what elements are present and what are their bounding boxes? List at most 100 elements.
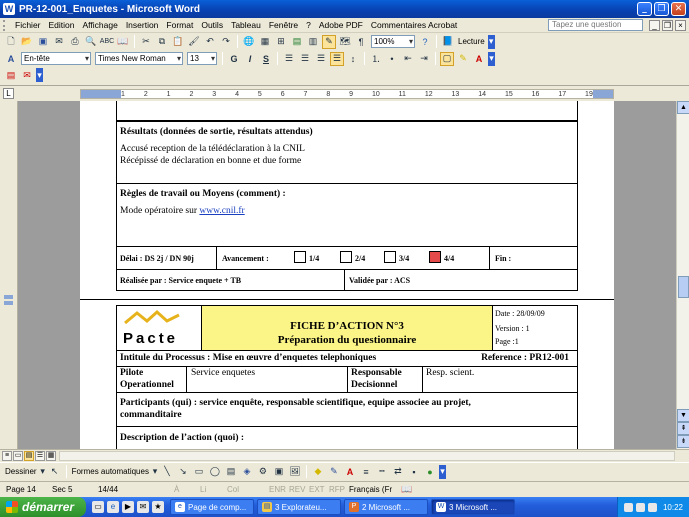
line-icon[interactable]: ╲ [160, 465, 174, 479]
show-hide-icon[interactable]: ¶ [354, 35, 368, 49]
previous-page-button[interactable]: ⇞ [677, 422, 689, 435]
normal-view-icon[interactable]: ≡ [2, 450, 12, 461]
menu-insertion[interactable]: Insertion [122, 20, 163, 30]
description-row[interactable]: Description de l’action (quoi) : [116, 426, 578, 449]
outlook-icon[interactable]: ✉ [137, 501, 149, 513]
page-14[interactable]: Résultats (données de sortie, résultats … [80, 101, 614, 299]
align-center-icon[interactable]: ☰ [298, 52, 312, 66]
spelling-status-icon[interactable]: 📖 [401, 484, 412, 495]
arrow-style-icon[interactable]: ⇄ [391, 465, 405, 479]
results-cell[interactable] [116, 101, 578, 121]
decrease-indent-icon[interactable]: ⇤ [401, 52, 415, 66]
paste-icon[interactable]: 📋 [171, 35, 185, 49]
menu-grip[interactable] [3, 19, 8, 31]
redo-icon[interactable]: ↷ [219, 35, 233, 49]
research-icon[interactable]: 📖 [116, 35, 130, 49]
fiche-title-cell[interactable]: FICHE D’ACTION N°3 Préparation du questi… [201, 305, 493, 351]
cnil-link[interactable]: www.cnil.fr [199, 206, 244, 216]
toolbar-options-icon[interactable]: ▾ [438, 464, 446, 479]
menu-commentaires-acrobat[interactable]: Commentaires Acrobat [367, 20, 461, 30]
line-style-icon[interactable]: ≡ [359, 465, 373, 479]
italic-button[interactable]: I [243, 52, 257, 66]
scroll-thumb[interactable] [678, 276, 689, 298]
web-view-icon[interactable]: ▭ [13, 450, 23, 461]
toolbar-options-icon[interactable]: ▾ [488, 51, 495, 66]
doc-minimize-button[interactable]: _ [649, 19, 660, 31]
zoom-select[interactable]: 100% [371, 35, 415, 48]
menu-fichier[interactable]: Fichier [11, 20, 45, 30]
format-painter-icon[interactable]: 🖌 [187, 35, 201, 49]
show-desktop-icon[interactable]: ▭ [92, 501, 104, 513]
increase-indent-icon[interactable]: ⇥ [417, 52, 431, 66]
rules-cell[interactable]: Règles de travail ou Moyens (comment) : … [116, 183, 578, 247]
font-size-select[interactable]: 13 [187, 52, 217, 65]
spelling-icon[interactable]: ABC [100, 35, 114, 49]
undo-icon[interactable]: ↶ [203, 35, 217, 49]
print-layout-view-icon[interactable]: ▤ [24, 450, 34, 461]
ask-question-input[interactable]: Tapez une question [548, 19, 643, 31]
menu-fenetre[interactable]: Fenêtre [265, 20, 302, 30]
align-left-icon[interactable]: ☰ [282, 52, 296, 66]
menu-help[interactable]: ? [302, 20, 315, 30]
arrow-icon[interactable]: ↘ [176, 465, 190, 479]
font-color-icon[interactable]: A [472, 52, 486, 66]
oval-icon[interactable]: ◯ [208, 465, 222, 479]
email-pdf-icon[interactable]: ✉ [20, 68, 34, 82]
read-mode-icon[interactable]: 📘 [441, 35, 455, 49]
menu-format[interactable]: Format [162, 20, 197, 30]
columns-icon[interactable]: ▥ [306, 35, 320, 49]
picture-icon[interactable]: 🖼 [288, 465, 302, 479]
rectangle-icon[interactable]: ▭ [192, 465, 206, 479]
status-rec[interactable]: ENR [269, 485, 289, 494]
print-icon[interactable]: ⎙ [68, 35, 82, 49]
bold-button[interactable]: G [227, 52, 241, 66]
maximize-button[interactable]: ❐ [654, 2, 669, 16]
hyperlink-icon[interactable]: 🌐 [242, 35, 256, 49]
line-color-icon[interactable]: ✎ [327, 465, 341, 479]
browser-icon[interactable]: e [107, 501, 119, 513]
tab-selector[interactable]: L [3, 88, 14, 99]
progress-checkbox-2[interactable] [340, 251, 352, 263]
document-map-icon[interactable]: 🗺 [338, 35, 352, 49]
menu-tableau[interactable]: Tableau [227, 20, 265, 30]
start-button[interactable]: démarrer [0, 497, 86, 517]
select-objects-icon[interactable]: ↖ [48, 465, 62, 479]
minimize-button[interactable]: _ [637, 2, 652, 16]
security-icon[interactable] [647, 502, 657, 512]
menu-affichage[interactable]: Affichage [79, 20, 122, 30]
diagram-icon[interactable]: ⚙ [256, 465, 270, 479]
fill-color-icon[interactable]: ◆ [311, 465, 325, 479]
read-mode-button[interactable]: Lecture [456, 37, 487, 46]
app-icon[interactable]: ★ [152, 501, 164, 513]
border-icon[interactable]: ▢ [440, 51, 454, 66]
print-preview-icon[interactable]: 🔍 [84, 35, 98, 49]
progress-checkbox-1[interactable] [294, 251, 306, 263]
scroll-up-button[interactable]: ▲ [677, 101, 689, 114]
ruler-scale[interactable]: 1 2 1 2 3 4 5 6 7 8 9 10 11 12 13 14 15 … [80, 89, 614, 99]
draw-font-color-icon[interactable]: A [343, 465, 357, 479]
autoshapes-menu-button[interactable]: Formes automatiques [70, 467, 151, 476]
toolbar-options-icon[interactable]: ▾ [36, 68, 43, 82]
doc-close-button[interactable]: × [675, 19, 686, 31]
page-15[interactable]: Pacte FICHE D’ACTION N°3 Préparation du … [80, 300, 614, 449]
line-spacing-icon[interactable]: ↕ [346, 52, 360, 66]
wordart-icon[interactable]: ◈ [240, 465, 254, 479]
signoff-row[interactable]: Réalisée par : Service enquete + TB Vali… [116, 269, 578, 291]
progress-row[interactable]: Délai : DS 2j / DN 90j Avancement : 1/4 … [116, 246, 578, 270]
convert-pdf-icon[interactable]: ▤ [4, 68, 18, 82]
word-app-icon[interactable]: W [3, 3, 15, 15]
style-select[interactable]: En-tête [21, 52, 91, 65]
intitule-row[interactable]: Intitule du Processus : Mise en œuvre d’… [116, 350, 578, 367]
network-icon[interactable] [623, 502, 633, 512]
scroll-down-button[interactable]: ▼ [677, 409, 689, 422]
menu-edition[interactable]: Edition [45, 20, 79, 30]
toolbar-options-icon[interactable]: ▾ [487, 34, 495, 49]
next-page-button[interactable]: ⇟ [677, 435, 689, 448]
volume-icon[interactable] [635, 502, 645, 512]
progress-checkbox-4[interactable] [429, 251, 441, 263]
insert-excel-icon[interactable]: ▤ [290, 35, 304, 49]
doc-restore-button[interactable]: ❐ [662, 19, 673, 31]
results-cell-body[interactable]: Résultats (données de sortie, résultats … [116, 121, 578, 184]
vertical-ruler[interactable] [0, 101, 18, 449]
dash-style-icon[interactable]: ┅ [375, 465, 389, 479]
